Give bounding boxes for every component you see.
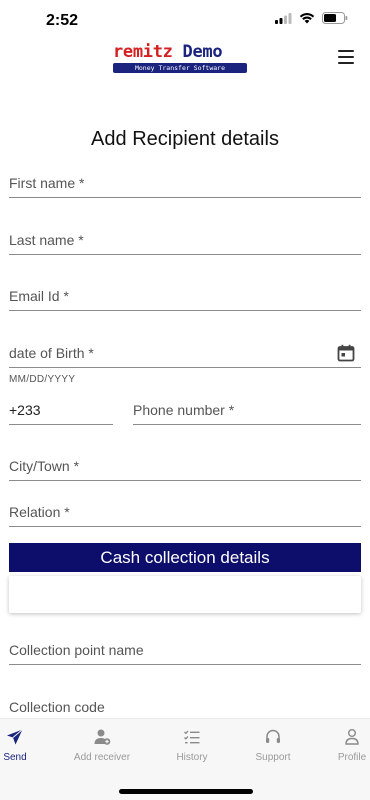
phone-number-label: Phone number * [133, 402, 235, 418]
collection-code-label: Collection code [9, 699, 105, 715]
history-list-icon [184, 730, 200, 744]
logo-brand-second: Demo [182, 42, 223, 62]
calendar-icon[interactable] [337, 344, 355, 362]
country-code-field[interactable]: +233 [9, 397, 113, 425]
hamburger-menu-icon[interactable] [338, 50, 354, 64]
nav-profile[interactable]: Profile [315, 727, 370, 763]
country-code-value: +233 [9, 402, 41, 418]
app-header: remitz Demo Money Transfer Software [0, 40, 370, 80]
headset-icon [266, 729, 280, 743]
last-name-label: Last name * [9, 232, 84, 248]
first-name-label: First name * [9, 175, 85, 191]
cash-collection-header[interactable]: Cash collection details [9, 543, 361, 572]
person-icon [345, 729, 359, 745]
collection-method-select[interactable] [9, 576, 361, 613]
nav-support-label: Support [255, 752, 291, 763]
bottom-nav: Send Add receiver History Support Profil… [0, 718, 370, 800]
battery-icon [322, 12, 348, 24]
nav-profile-label: Profile [337, 752, 367, 763]
wifi-icon [299, 13, 315, 24]
logo-brand-first: remitz [113, 42, 173, 62]
page-title: Add Recipient details [91, 128, 279, 150]
signal-icon [275, 12, 292, 24]
status-bar: 2:52 [0, 0, 370, 44]
logo-brand: remitz Demo [113, 42, 247, 62]
city-town-label: City/Town * [9, 458, 80, 474]
date-of-birth-field[interactable]: date of Birth * [9, 340, 361, 368]
collection-code-field[interactable]: Collection code [9, 693, 361, 721]
collection-point-name-field[interactable]: Collection point name [9, 637, 361, 665]
status-time: 2:52 [46, 12, 79, 29]
remitz-logo: remitz Demo Money Transfer Software [113, 42, 247, 73]
add-user-icon [94, 729, 111, 745]
phone-number-field[interactable]: Phone number * [133, 397, 361, 425]
collection-point-name-label: Collection point name [9, 642, 144, 658]
date-of-birth-label: date of Birth * [9, 345, 94, 361]
nav-send-label: Send [3, 752, 27, 763]
status-icons [275, 12, 348, 24]
nav-history-label: History [176, 752, 208, 763]
city-town-field[interactable]: City/Town * [9, 453, 361, 481]
send-icon [7, 729, 23, 745]
nav-support[interactable]: Support [236, 727, 310, 763]
last-name-field[interactable]: Last name * [9, 227, 361, 255]
nav-history[interactable]: History [155, 727, 229, 763]
email-field[interactable]: Email Id * [9, 283, 361, 311]
nav-send[interactable]: Send [0, 727, 52, 763]
first-name-field[interactable]: First name * [9, 170, 361, 198]
logo-tagline: Money Transfer Software [113, 63, 247, 73]
home-indicator [119, 789, 253, 794]
email-label: Email Id * [9, 288, 69, 304]
relation-field[interactable]: Relation * [9, 499, 361, 527]
date-format-hint: MM/DD/YYYY [9, 374, 76, 385]
nav-add-receiver[interactable]: Add receiver [65, 727, 139, 763]
nav-add-receiver-label: Add receiver [73, 752, 131, 763]
relation-label: Relation * [9, 504, 70, 520]
